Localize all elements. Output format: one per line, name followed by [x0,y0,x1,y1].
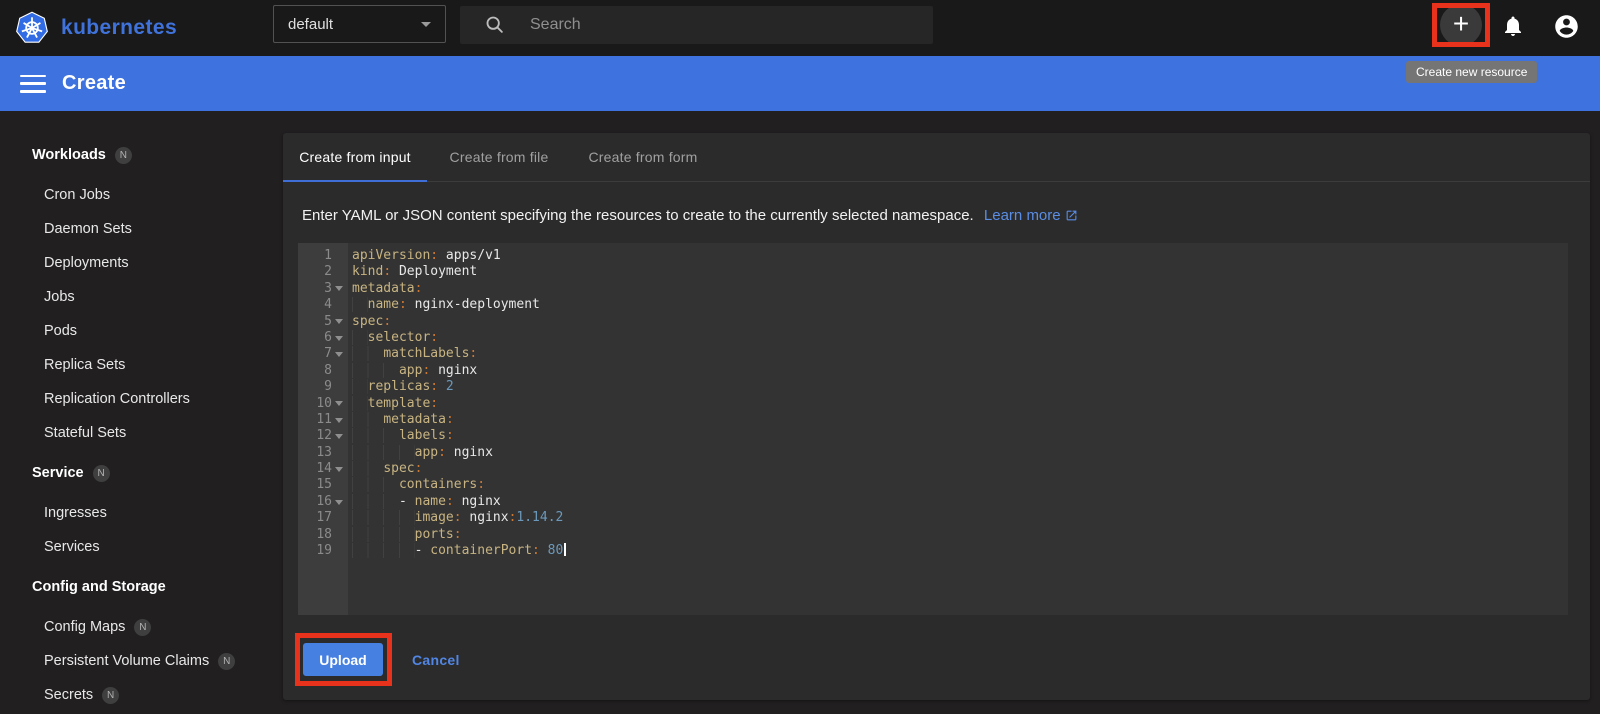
sidebar-section-config-and-storage[interactable]: Config and Storage [32,570,283,604]
code-line: 8 app: nginx [324,362,478,378]
code-line: 11 metadata: [316,411,454,427]
code-line: 3 metadata: [324,280,423,296]
menu-hamburger-button[interactable] [20,74,46,94]
kubernetes-logo-icon [16,11,48,43]
search-input[interactable] [528,15,862,35]
fold-arrow-icon[interactable] [335,499,343,505]
code-line: 19 - containerPort: 80 [298,543,1568,559]
sidebar-item-config-maps[interactable]: Config Maps N [32,610,283,644]
sidebar-section-workloads[interactable]: Workloads N [32,138,283,172]
code-line: 7 matchLabels: [324,346,478,362]
sidebar-nav: Workloads N Cron Jobs Daemon Sets Deployment… [0,111,283,714]
sidebar-item-deployments[interactable]: Deployments [32,246,283,280]
code-line: 16 - name: nginx [316,493,501,509]
code-line: 6 selector: [324,329,439,345]
sidebar-item-pods[interactable]: Pods [32,314,283,348]
text-cursor [564,543,566,557]
namespace-selector[interactable]: default [273,5,446,43]
search-bar[interactable] [460,6,933,44]
notifications-bell-button[interactable] [1493,6,1533,46]
code-line: 13 app: nginx [316,444,493,460]
code-line: 1 apiVersion: apps/v1 [324,248,501,263]
top-bar: kubernetes default + [0,0,1600,56]
code-line: 5 spec: [324,313,392,329]
fold-arrow-icon[interactable] [335,401,343,407]
code-line: 14 spec: [316,461,423,477]
code-line: 2 kind: Deployment [324,264,478,280]
fold-arrow-icon[interactable] [335,286,343,292]
sidebar-item-services[interactable]: Services [32,530,283,564]
fold-arrow-icon[interactable] [335,335,343,341]
yaml-editor[interactable]: 1 apiVersion: apps/v1 2 kind: Deployment 3 me… [298,243,1568,615]
code-line: 12 labels: [316,428,454,444]
sidebar-section-service[interactable]: Service N [32,456,283,490]
chevron-down-icon [421,21,431,27]
sidebar-item-stateful-sets[interactable]: Stateful Sets [32,416,283,450]
external-link-icon [1066,210,1076,221]
fold-arrow-icon[interactable] [335,319,343,325]
tab-create-from-input[interactable]: Create from input [283,133,427,182]
code-line: 10 template: [316,395,439,411]
bell-icon [1505,16,1521,36]
sidebar-item-cron-jobs[interactable]: Cron Jobs [32,178,283,212]
code-line: 15 containers: [316,477,486,493]
sidebar-item-jobs[interactable]: Jobs [32,280,283,314]
learn-more-link[interactable]: Learn more [984,207,1078,224]
page-header: Create [0,56,1600,111]
tab-create-from-form[interactable]: Create from form [571,133,715,181]
sidebar-item-persistent-volume-claims[interactable]: Persistent Volume Claims N [32,644,283,678]
brand-title: kubernetes [61,16,178,39]
account-circle-icon [1554,14,1578,38]
fold-arrow-icon[interactable] [335,433,343,439]
tab-bar: Create from input Create from file Create … [283,133,1590,182]
action-buttons: Upload Cancel [303,643,466,676]
description-label: Enter YAML or JSON content specifying th… [302,207,974,224]
create-card: Create from input Create from file Create … [283,133,1590,700]
namespaced-badge: N [114,146,132,164]
cancel-button[interactable]: Cancel [406,651,466,669]
search-icon [486,16,503,33]
kubernetes-brand[interactable]: kubernetes [14,0,177,56]
upload-button[interactable]: Upload [303,643,383,676]
sidebar-item-replica-sets[interactable]: Replica Sets [32,348,283,382]
fold-arrow-icon[interactable] [335,417,343,423]
namespaced-badge: N [102,686,120,704]
namespaced-badge: N [134,618,152,636]
page-title: Create [62,72,127,94]
fold-arrow-icon[interactable] [335,352,343,358]
plus-icon: + [1452,7,1470,39]
account-circle-button[interactable] [1546,6,1586,46]
sidebar-item-ingresses[interactable]: Ingresses [32,496,283,530]
code-line: 17 image: nginx:1.14.2 [316,510,564,526]
sidebar-item-secrets[interactable]: Secrets N [32,678,283,712]
sidebar-item-replication-controllers[interactable]: Replication Controllers [32,382,283,416]
sidebar-item-daemon-sets[interactable]: Daemon Sets [32,212,283,246]
code-line: 18 ports: [316,526,462,542]
namespaced-badge: N [218,652,236,670]
namespace-selected-value: default [288,15,334,33]
fold-arrow-icon[interactable] [335,466,343,472]
code-line: 9 replicas: 2 [324,379,454,395]
tab-create-from-file[interactable]: Create from file [427,133,571,181]
description-text: Enter YAML or JSON content specifying th… [302,207,1590,224]
create-new-resource-button[interactable]: + [1440,4,1482,46]
code-line: 4 name: nginx-deployment [324,297,540,313]
namespaced-badge: N [92,464,110,482]
create-resource-tooltip: Create new resource [1406,61,1538,83]
